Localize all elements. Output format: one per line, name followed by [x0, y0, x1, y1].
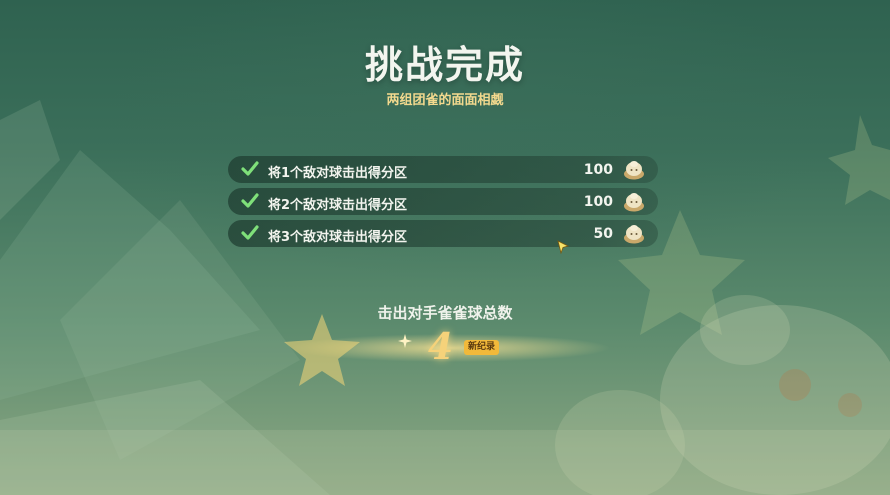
cursor-icon [557, 240, 569, 254]
task-row: 将1个敌对球击出得分区 100 [228, 156, 658, 183]
new-record-badge: 新纪录 [464, 340, 500, 355]
total-hits-value: 4 [428, 326, 454, 368]
task-label: 将1个敌对球击出得分区 [268, 166, 408, 181]
total-hits-label: 击出对手雀雀球总数 [377, 304, 513, 322]
sparkle-icon [398, 334, 412, 348]
task-label: 将2个敌对球击出得分区 [268, 198, 408, 213]
star-icon [284, 314, 360, 386]
task-label: 将3个敌对球击出得分区 [268, 230, 408, 245]
challenge-subtitle: 两组团雀的面面相觑 [386, 93, 504, 108]
task-reward-value: 50 [593, 226, 613, 242]
coin-icon [624, 225, 644, 244]
task-row: 将3个敌对球击出得分区 50 [228, 220, 658, 247]
task-row: 将2个敌对球击出得分区 100 [228, 188, 658, 215]
task-list: 将1个敌对球击出得分区 100 将2个敌对球击出得分区 100 将3个敌对球击出… [228, 156, 658, 252]
task-reward-value: 100 [583, 194, 613, 210]
coin-icon [624, 193, 644, 212]
checkmark-icon [241, 225, 259, 240]
coin-icon [624, 161, 644, 180]
page-title: 挑战完成 [364, 43, 525, 87]
checkmark-icon [241, 193, 259, 208]
task-reward-value: 100 [583, 162, 613, 178]
checkmark-icon [241, 161, 259, 176]
